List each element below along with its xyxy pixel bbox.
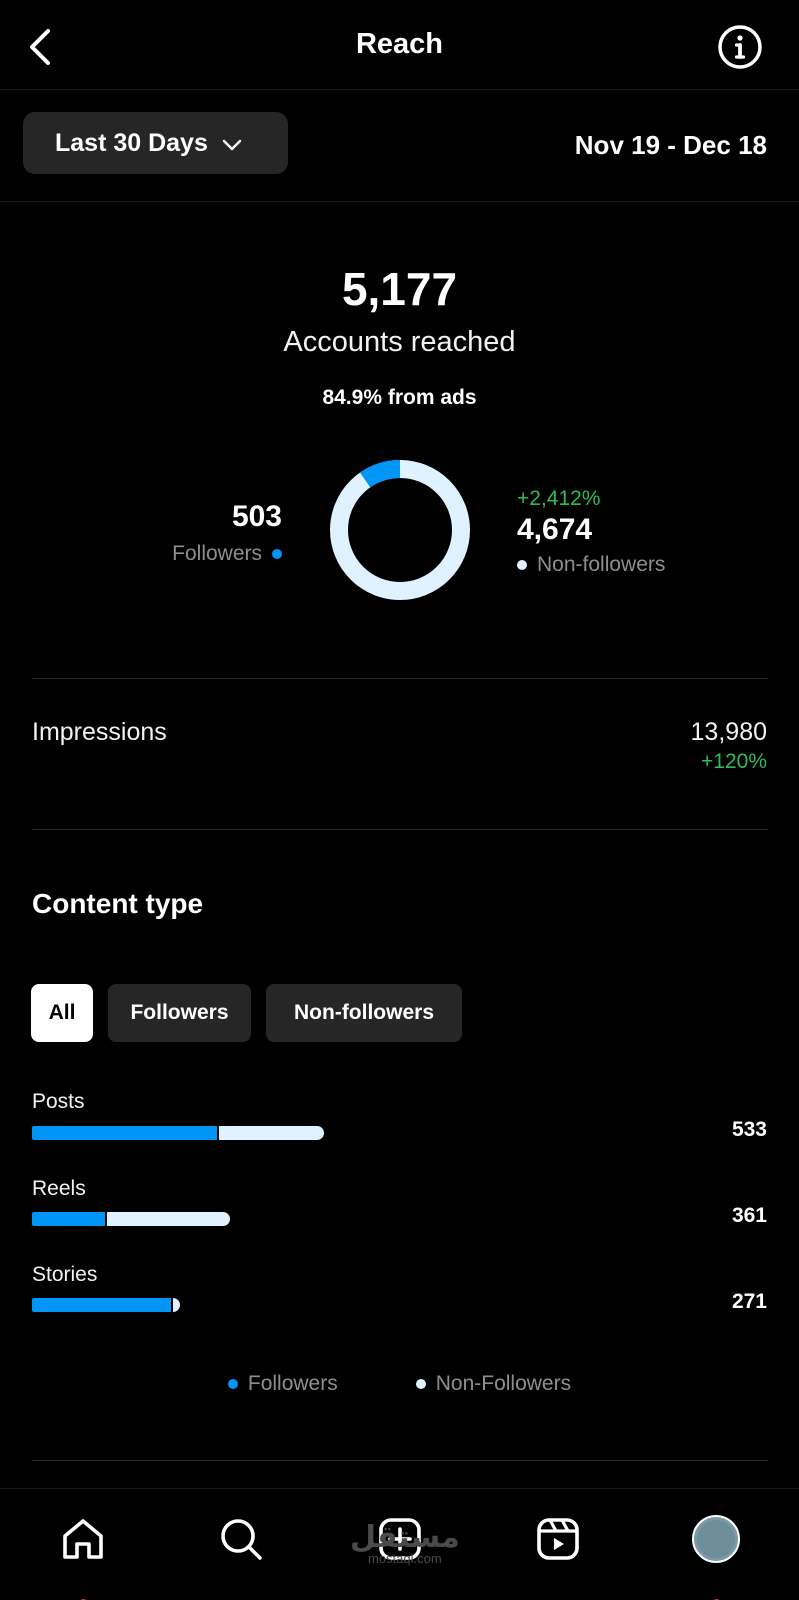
date-range-dropdown[interactable]: Last 30 Days [23,112,288,174]
stories-label: Stories [32,1263,98,1286]
posts-bar [32,1126,324,1140]
posts-value: 533 [731,1118,767,1141]
posts-followers-segment [32,1126,218,1140]
nav-search[interactable] [211,1509,271,1569]
profile-avatar [692,1515,740,1563]
watermark-arabic: مستقل [350,1520,460,1555]
non-followers-label: Non-followers [537,553,666,576]
content-type-title: Content type [32,888,204,919]
info-icon [718,25,762,69]
posts-label: Posts [32,1090,85,1113]
reels-non-followers-segment [106,1212,230,1226]
stories-non-followers-segment [172,1298,181,1312]
non-followers-legend: Non-followers [517,553,665,577]
non-followers-dot-icon [415,1379,426,1389]
avatar-image [697,1520,735,1558]
legend-non-followers: Non-Followers [415,1372,572,1396]
divider [32,678,768,679]
legend-followers-label: Followers [247,1372,338,1395]
search-icon [221,1519,262,1560]
non-followers-summary: +2,412% 4,674 Non-followers [517,487,665,577]
impressions-value: 13,980 [690,718,767,746]
non-followers-count: 4,674 [517,513,593,546]
info-button[interactable] [717,24,763,70]
impressions-change: +120% [701,750,767,773]
followers-summary: 503 Followers [172,500,282,566]
accounts-reached-label: Accounts reached [283,326,516,358]
tab-followers[interactable]: Followers [108,984,251,1042]
date-range-dropdown-label: Last 30 Days [55,128,208,157]
followers-dot-icon [272,549,282,559]
chevron-down-icon [222,129,242,158]
watermark: مستقل mostaql.com [350,1520,460,1566]
reels-value: 361 [731,1204,767,1227]
followers-label: Followers [172,542,262,565]
legend-followers: Followers [227,1372,338,1396]
stories-value: 271 [731,1290,767,1313]
reels-followers-segment [32,1212,105,1226]
divider [32,829,768,830]
tab-non-followers[interactable]: Non-followers [266,984,462,1042]
date-range-text: Nov 19 - Dec 18 [574,130,767,160]
stories-bar [32,1298,181,1312]
impressions-label: Impressions [32,718,167,746]
reels-bar [32,1212,230,1226]
reels-icon [537,1518,579,1560]
stories-followers-segment [32,1298,171,1312]
chart-legend: Followers Non-Followers [0,1372,799,1396]
nav-home[interactable] [53,1509,113,1569]
ads-share-label: 84.9% from ads [322,386,477,409]
top-app-bar: Reach [0,0,799,90]
page-title: Reach [355,28,444,60]
nav-reels[interactable] [528,1509,588,1569]
nav-profile[interactable] [686,1509,746,1569]
legend-non-followers-label: Non-Followers [435,1372,572,1395]
posts-non-followers-segment [219,1126,324,1140]
accounts-reached-count: 5,177 [341,263,458,315]
divider [32,1460,768,1461]
reach-donut-chart [330,460,470,600]
followers-dot-icon [227,1379,238,1389]
donut-non-followers-segment [330,460,470,600]
followers-legend: Followers [172,542,282,566]
reels-label: Reels [32,1177,86,1200]
followers-count: 503 [231,500,282,533]
date-filter-bar: Last 30 Days Nov 19 - Dec 18 [0,90,799,202]
non-followers-change: +2,412% [517,487,601,510]
home-icon [63,1519,103,1559]
non-followers-dot-icon [517,560,527,570]
tab-all[interactable]: All [31,984,93,1042]
